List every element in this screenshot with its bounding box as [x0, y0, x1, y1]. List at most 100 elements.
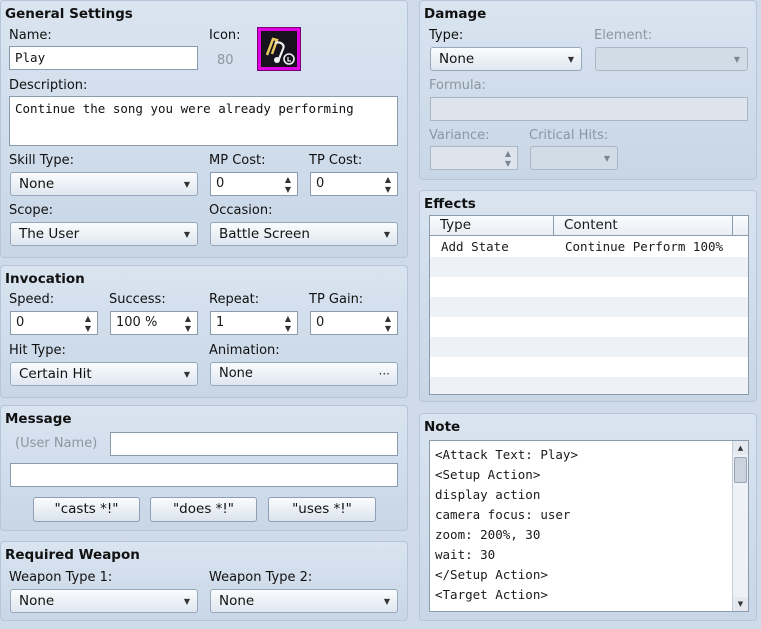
success-value: 100 % — [116, 315, 158, 330]
required-weapon-panel: Required Weapon Weapon Type 1: None ▼ We… — [0, 541, 408, 621]
damage-type-select[interactable]: None ▼ — [430, 47, 582, 71]
variance-stepper[interactable]: ▲ ▼ — [430, 146, 518, 170]
table-row[interactable] — [430, 257, 748, 277]
hit-type-value: Certain Hit — [19, 366, 92, 382]
col-content-header[interactable]: Content — [554, 216, 733, 236]
mp-cost-value: 0 — [216, 176, 225, 191]
table-row[interactable] — [430, 277, 748, 297]
element-select[interactable]: ▼ — [595, 47, 748, 71]
repeat-label: Repeat: — [209, 292, 260, 307]
spin-down-icon[interactable]: ▼ — [183, 323, 193, 334]
note-line: camera focus: user — [435, 507, 571, 522]
damage-type-label: Type: — [429, 28, 464, 43]
note-line: <Target Action> — [435, 587, 548, 602]
chevron-down-icon: ▼ — [183, 597, 190, 606]
chevron-down-icon: ▼ — [383, 597, 390, 606]
scroll-down-icon[interactable]: ▼ — [733, 597, 748, 611]
spin-down-icon[interactable]: ▼ — [503, 158, 513, 169]
weapon-type2-label: Weapon Type 2: — [209, 570, 313, 585]
note-line: zoom: 200%, 30 — [435, 527, 541, 542]
note-scrollbar[interactable]: ▲ ▼ — [732, 441, 748, 611]
speed-stepper[interactable]: 0 ▲ ▼ — [10, 311, 98, 335]
occasion-label: Occasion: — [209, 203, 273, 218]
damage-type-value: None — [439, 51, 475, 67]
scope-value: The User — [19, 226, 80, 242]
formula-input[interactable] — [430, 97, 748, 121]
repeat-stepper[interactable]: 1 ▲ ▼ — [210, 311, 298, 335]
weapon-type2-value: None — [219, 593, 255, 609]
scope-select[interactable]: The User ▼ — [10, 222, 198, 246]
name-input[interactable]: Play — [9, 46, 198, 70]
chevron-down-icon: ▼ — [567, 55, 574, 64]
weapon-type2-select[interactable]: None ▼ — [210, 589, 398, 613]
mp-cost-label: MP Cost: — [209, 153, 266, 168]
chevron-down-icon: ▼ — [183, 180, 190, 189]
scroll-up-icon[interactable]: ▲ — [733, 441, 748, 455]
table-row[interactable] — [430, 337, 748, 357]
effects-title: Effects — [424, 196, 476, 212]
critical-hits-label: Critical Hits: — [529, 128, 609, 143]
effects-panel: Effects Type Content Add State Continue … — [419, 190, 757, 402]
table-row[interactable]: Add State Continue Perform 100% — [430, 237, 748, 257]
table-row[interactable] — [430, 357, 748, 377]
required-weapon-title: Required Weapon — [5, 547, 140, 563]
weapon-type1-select[interactable]: None ▼ — [10, 589, 198, 613]
success-label: Success: — [109, 292, 166, 307]
scope-label: Scope: — [9, 203, 53, 218]
speed-label: Speed: — [9, 292, 55, 307]
invocation-title: Invocation — [5, 271, 85, 287]
general-settings-title: General Settings — [5, 6, 133, 22]
animation-value: None — [219, 366, 253, 381]
description-label: Description: — [9, 78, 88, 93]
table-row[interactable] — [430, 377, 748, 394]
hit-type-select[interactable]: Certain Hit ▼ — [10, 362, 198, 386]
tp-gain-stepper[interactable]: 0 ▲ ▼ — [310, 311, 398, 335]
occasion-value: Battle Screen — [219, 226, 310, 242]
table-row[interactable] — [430, 317, 748, 337]
mp-cost-stepper[interactable]: 0 ▲ ▼ — [210, 172, 298, 196]
note-panel: Note <Attack Text: Play> <Setup Action> … — [419, 413, 757, 621]
col-type-header[interactable]: Type — [430, 216, 554, 236]
does-button[interactable]: "does *!" — [150, 497, 257, 522]
damage-panel: Damage Type: None ▼ Element: ▼ Formula: … — [419, 0, 757, 180]
skill-type-select[interactable]: None ▼ — [10, 172, 198, 196]
success-stepper[interactable]: 100 % ▲ ▼ — [110, 311, 198, 335]
critical-hits-select[interactable]: ▼ — [530, 146, 618, 170]
note-line: <Setup Action> — [435, 467, 541, 482]
music-note-icon — [261, 31, 297, 67]
spin-down-icon[interactable]: ▼ — [283, 184, 293, 195]
spin-down-icon[interactable]: ▼ — [283, 323, 293, 334]
spin-down-icon[interactable]: ▼ — [83, 323, 93, 334]
icon-index: 80 — [217, 53, 234, 68]
animation-label: Animation: — [209, 343, 280, 358]
animation-picker[interactable]: None ··· — [210, 362, 398, 386]
tp-gain-label: TP Gain: — [309, 292, 364, 307]
hit-type-label: Hit Type: — [9, 343, 66, 358]
tp-cost-stepper[interactable]: 0 ▲ ▼ — [310, 172, 398, 196]
table-row[interactable] — [430, 297, 748, 317]
uses-button[interactable]: "uses *!" — [268, 497, 376, 522]
note-line: <Attack Text: Play> — [435, 447, 578, 462]
message-line1-input[interactable] — [110, 432, 398, 456]
effect-content-cell: Continue Perform 100% — [565, 239, 724, 254]
repeat-value: 1 — [216, 315, 225, 330]
description-input[interactable]: Continue the song you were already perfo… — [9, 96, 398, 146]
tp-cost-label: TP Cost: — [309, 153, 363, 168]
message-line2-input[interactable] — [10, 463, 398, 487]
occasion-select[interactable]: Battle Screen ▼ — [210, 222, 398, 246]
casts-button[interactable]: "casts *!" — [33, 497, 140, 522]
spin-down-icon[interactable]: ▼ — [383, 184, 393, 195]
scroll-thumb[interactable] — [734, 457, 747, 483]
spin-down-icon[interactable]: ▼ — [383, 323, 393, 334]
chevron-down-icon: ▼ — [183, 230, 190, 239]
variance-label: Variance: — [429, 128, 490, 143]
note-title: Note — [424, 419, 461, 435]
effects-table[interactable]: Type Content Add State Continue Perform … — [429, 215, 749, 395]
skill-icon-picker[interactable] — [257, 27, 301, 71]
note-textarea[interactable]: <Attack Text: Play> <Setup Action> displ… — [429, 440, 749, 612]
note-line: </Setup Action> — [435, 567, 548, 582]
invocation-panel: Invocation Speed: 0 ▲ ▼ Success: 100 % ▲… — [0, 265, 408, 398]
name-label: Name: — [9, 28, 52, 43]
ellipsis-icon[interactable]: ··· — [379, 363, 390, 386]
message-panel: Message (User Name) "casts *!" "does *!"… — [0, 405, 408, 531]
